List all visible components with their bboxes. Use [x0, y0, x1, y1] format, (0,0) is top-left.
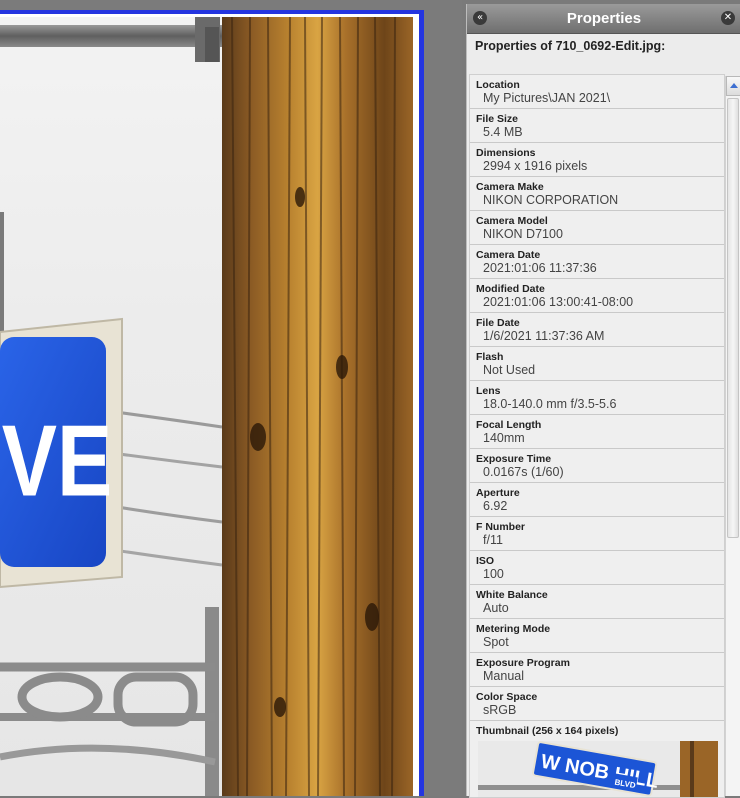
thumbnail-image: W NOB HILL BLVD [478, 741, 718, 797]
property-row: Metering Mode Spot [470, 619, 724, 653]
property-row: Color Space sRGB [470, 687, 724, 721]
property-value: 5.4 MB [483, 125, 523, 139]
property-value: 2021:01:06 13:00:41-08:00 [483, 295, 634, 309]
property-value: 2021:01:06 11:37:36 [483, 261, 597, 275]
property-value: Manual [483, 669, 524, 683]
property-label: Flash [476, 351, 504, 363]
properties-panel: « Properties ✕ Properties of 710_0692-Ed… [466, 4, 740, 798]
property-label: Exposure Program [476, 657, 570, 669]
property-label: Dimensions [476, 147, 536, 159]
property-label: Color Space [476, 691, 538, 703]
photo-illustration: VE [0, 17, 413, 796]
property-value: sRGB [483, 703, 517, 717]
property-value: NIKON CORPORATION [483, 193, 619, 207]
properties-list[interactable]: Location My Pictures\JAN 2021\ File Size 5.… [469, 74, 725, 798]
property-value: 140mm [483, 431, 525, 445]
property-label: F Number [476, 521, 526, 533]
property-label: File Date [476, 317, 520, 329]
property-value: My Pictures\JAN 2021\ [483, 91, 611, 105]
chevron-up-icon [730, 83, 738, 88]
scroll-up-button[interactable] [726, 76, 740, 96]
property-row: Location My Pictures\JAN 2021\ [470, 75, 724, 109]
image-viewer: VE [0, 0, 462, 796]
property-value: f/11 [483, 533, 503, 547]
property-label: File Size [476, 113, 519, 125]
property-row: Dimensions 2994 x 1916 pixels [470, 143, 724, 177]
scroll-thumb[interactable] [727, 98, 739, 538]
property-row: F Number f/11 [470, 517, 724, 551]
property-row: Aperture 6.92 [470, 483, 724, 517]
property-value: Not Used [483, 363, 536, 377]
property-row: Camera Date 2021:01:06 11:37:36 [470, 245, 724, 279]
property-label: Location [476, 79, 520, 91]
selected-photo-border[interactable]: VE [0, 10, 424, 796]
property-row: Exposure Program Manual [470, 653, 724, 687]
property-label: Aperture [476, 487, 520, 499]
property-row: File Date 1/6/2021 11:37:36 AM [470, 313, 724, 347]
sign-text: VE [2, 404, 112, 518]
property-value: 100 [483, 567, 504, 581]
property-row: Camera Model NIKON D7100 [470, 211, 724, 245]
property-label: ISO [476, 555, 495, 567]
property-label: Exposure Time [476, 453, 552, 465]
photo-image: VE [0, 17, 413, 796]
property-row: Modified Date 2021:01:06 13:00:41-08:00 [470, 279, 724, 313]
panel-header: « Properties ✕ [467, 4, 740, 34]
thumbnail-row: Thumbnail (256 x 164 pixels) W NOB HILL BL… [470, 721, 724, 797]
close-icon[interactable]: ✕ [721, 11, 735, 25]
property-row: Lens 18.0-140.0 mm f/3.5-5.6 [470, 381, 724, 415]
photo[interactable]: VE [0, 14, 419, 796]
property-row: Camera Make NIKON CORPORATION [470, 177, 724, 211]
property-value: 18.0-140.0 mm f/3.5-5.6 [483, 397, 617, 411]
property-label: Focal Length [476, 419, 542, 431]
property-label: Camera Make [476, 181, 544, 193]
property-row: ISO 100 [470, 551, 724, 585]
properties-subtitle: Properties of 710_0692-Edit.jpg: [475, 39, 666, 53]
property-label: Camera Model [476, 215, 548, 227]
property-row: White Balance Auto [470, 585, 724, 619]
property-row: Exposure Time 0.0167s (1/60) [470, 449, 724, 483]
property-value: 6.92 [483, 499, 508, 513]
property-label: Lens [476, 385, 501, 397]
thumbnail-label: Thumbnail (256 x 164 pixels) [476, 725, 619, 737]
property-value: 2994 x 1916 pixels [483, 159, 588, 173]
property-value: NIKON D7100 [483, 227, 563, 241]
panel-title: Properties [566, 10, 642, 27]
property-label: Camera Date [476, 249, 541, 261]
property-value: Spot [483, 635, 509, 649]
property-value: 0.0167s (1/60) [483, 465, 564, 479]
property-row: File Size 5.4 MB [470, 109, 724, 143]
property-label: White Balance [476, 589, 548, 601]
property-value: 1/6/2021 11:37:36 AM [483, 329, 605, 343]
property-row: Focal Length 140mm [470, 415, 724, 449]
property-label: Modified Date [476, 283, 545, 295]
property-row: Flash Not Used [470, 347, 724, 381]
property-label: Metering Mode [476, 623, 551, 635]
vertical-scrollbar[interactable] [725, 76, 740, 796]
property-value: Auto [483, 601, 509, 615]
